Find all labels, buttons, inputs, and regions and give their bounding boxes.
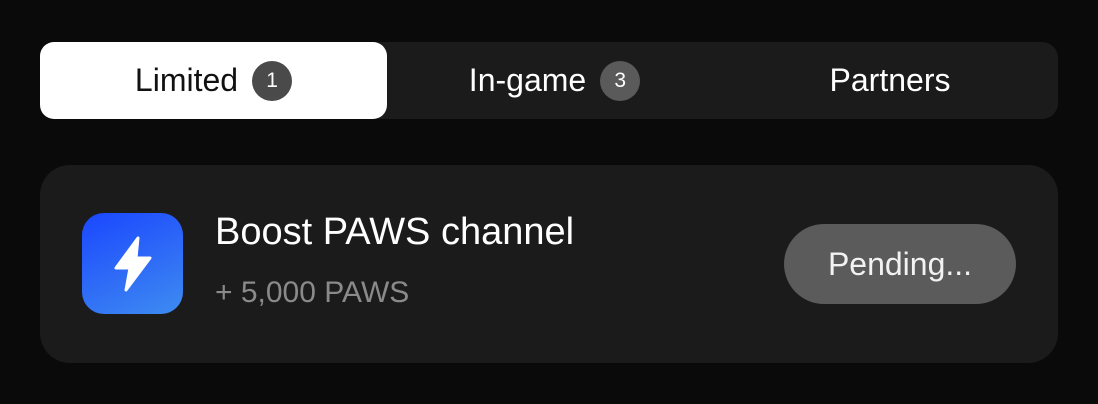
count-badge: 1 <box>252 60 293 101</box>
tab-limited[interactable]: Limited 1 <box>40 42 387 119</box>
pending-button[interactable]: Pending... <box>784 224 1016 304</box>
lightning-bolt-icon <box>82 213 183 314</box>
task-reward: + 5,000 PAWS <box>215 276 410 309</box>
task-category-tabs: Limited 1 In-game 3 Partners <box>40 42 1058 119</box>
tab-label: Limited <box>134 62 239 98</box>
task-card: Boost PAWS channel + 5,000 PAWS Pending.… <box>40 165 1058 363</box>
lightning-bolt-glyph <box>114 236 151 291</box>
tab-label: In-game <box>468 62 587 98</box>
tab-label: Partners <box>829 62 951 98</box>
tab-partners[interactable]: Partners <box>722 42 1058 119</box>
count-badge: 3 <box>600 60 641 101</box>
tab-in-game[interactable]: In-game 3 <box>387 42 722 119</box>
task-title: Boost PAWS channel <box>215 211 575 253</box>
